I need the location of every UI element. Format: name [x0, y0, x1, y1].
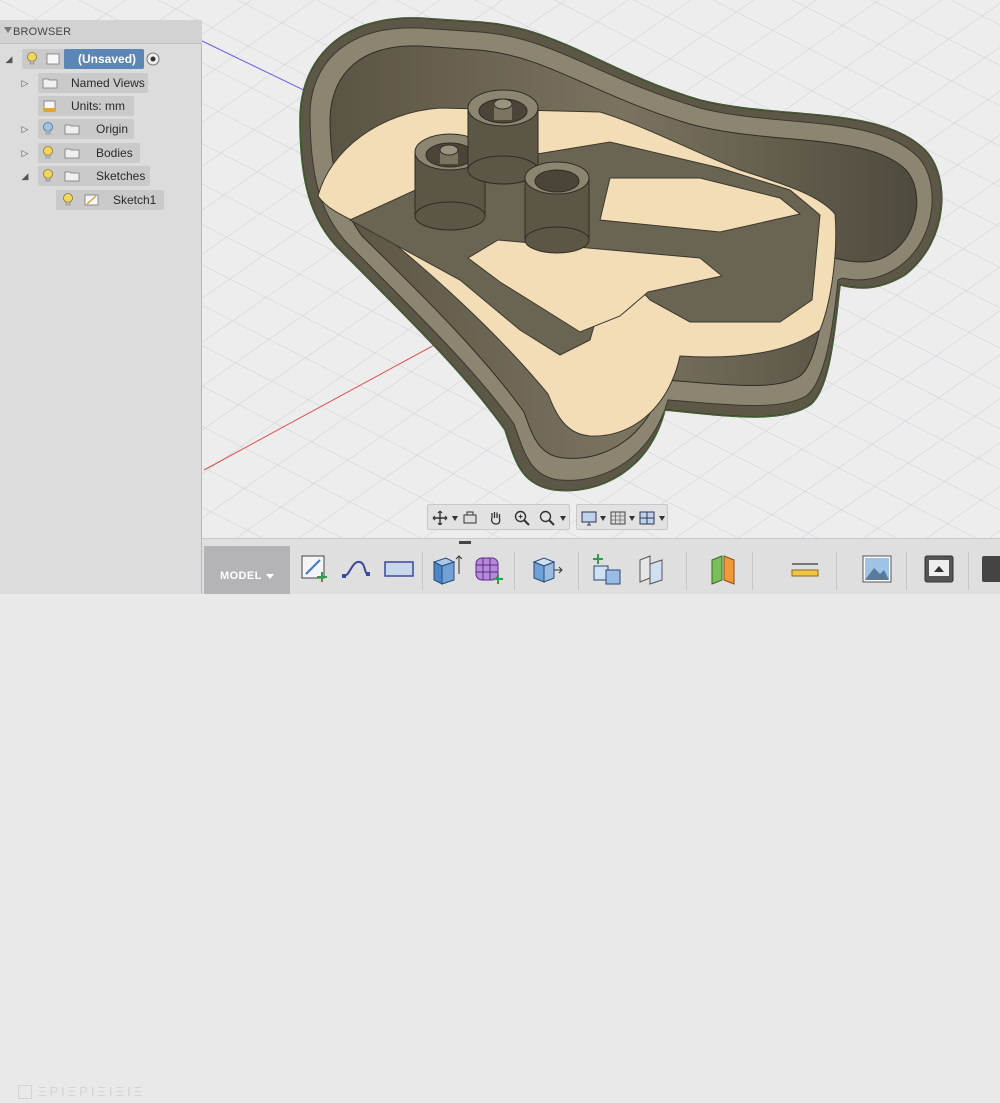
zoom-icon[interactable]	[513, 509, 531, 527]
folder-icon	[64, 148, 80, 159]
document-icon	[46, 53, 60, 65]
activate-radio-icon[interactable]	[145, 51, 161, 67]
units-icon	[43, 100, 56, 112]
lightbulb-icon[interactable]	[62, 193, 74, 207]
tree-row-units[interactable]: Units: mm	[0, 96, 202, 116]
3d-print-icon	[924, 555, 954, 583]
sketch1-label: Sketch1	[113, 193, 157, 207]
navigation-toolbar	[427, 504, 570, 530]
rectangle-icon	[384, 561, 414, 577]
assemble-button[interactable]	[590, 550, 624, 586]
tree-row-sketches[interactable]: ◢ Sketches	[0, 166, 202, 186]
create-sketch-button[interactable]	[298, 550, 332, 586]
viewports-icon[interactable]	[638, 509, 656, 527]
named-views-label: Named Views	[71, 76, 145, 90]
workspace-switcher[interactable]: MODEL	[204, 546, 290, 594]
folder-icon	[42, 78, 58, 89]
inspect-button[interactable]	[706, 550, 740, 586]
add-in-icon	[982, 556, 1000, 582]
folder-icon	[64, 124, 80, 135]
image-icon	[862, 555, 892, 583]
measure-icon	[791, 563, 819, 577]
toolbar-separator	[968, 552, 969, 590]
bodies-label: Bodies	[96, 146, 133, 160]
tree-row-sketch1[interactable]: Sketch1	[0, 190, 202, 210]
lightbulb-off-icon[interactable]	[42, 122, 54, 136]
chevron-down-icon[interactable]	[266, 574, 274, 579]
toolbar-separator	[906, 552, 907, 590]
bottom-left-panel: ΞΡΙΞΡΙΞΙΞΙΞ	[0, 538, 202, 1099]
form-cage-icon	[475, 557, 503, 584]
lightbulb-icon[interactable]	[26, 52, 38, 66]
watermark-icon	[18, 1085, 32, 1099]
sketch-rectangle-button[interactable]	[382, 550, 416, 586]
expanded-triangle-icon[interactable]: ◢	[4, 54, 14, 64]
extrude-button[interactable]	[430, 550, 464, 586]
root-label: (Unsaved)	[78, 52, 137, 66]
chevron-down-icon[interactable]	[659, 516, 665, 521]
sketch-plus-icon	[301, 555, 327, 582]
look-at-icon[interactable]	[461, 509, 479, 527]
modify-button[interactable]	[530, 550, 564, 586]
watermark: ΞΡΙΞΡΙΞΙΞΙΞ	[14, 1081, 190, 1103]
browser-title: BROWSER	[13, 26, 72, 38]
make-button[interactable]	[922, 550, 956, 586]
form-button[interactable]	[472, 550, 506, 586]
fit-zoom-icon[interactable]	[538, 509, 556, 527]
units-label: Units: mm	[71, 99, 125, 113]
toolbar-separator	[836, 552, 837, 590]
workspace-label: MODEL	[220, 570, 262, 582]
watermark-text: ΞΡΙΞΡΙΞΙΞΙΞ	[38, 1084, 146, 1099]
chevron-down-icon[interactable]	[452, 516, 458, 521]
lightbulb-icon[interactable]	[42, 146, 54, 160]
chevron-down-icon[interactable]	[629, 516, 635, 521]
collapse-triangle-icon[interactable]	[4, 27, 12, 33]
pan-hand-icon[interactable]	[487, 509, 505, 527]
tree-row-origin[interactable]: ▷ Origin	[0, 119, 202, 139]
toolbar-separator	[514, 552, 515, 590]
construct-button[interactable]	[634, 550, 668, 586]
plane-icon	[639, 555, 663, 585]
insert-button[interactable]	[860, 550, 894, 586]
spline-icon	[342, 560, 370, 578]
toolbar-collapse-handle[interactable]	[459, 541, 471, 544]
browser-panel: BROWSER ◢ (Unsaved) ▷ Named Views Units:…	[0, 20, 202, 538]
sketches-label: Sketches	[96, 169, 146, 183]
orbit-icon[interactable]	[431, 509, 449, 527]
tree-row-root[interactable]: ◢ (Unsaved)	[0, 49, 202, 69]
expanded-triangle-icon[interactable]: ◢	[20, 171, 30, 181]
lightbulb-icon[interactable]	[42, 169, 54, 183]
toolbar-separator	[686, 552, 687, 590]
toolbar-separator	[422, 552, 423, 590]
section-icon	[711, 555, 735, 585]
display-settings-icon[interactable]	[580, 509, 598, 527]
folder-icon	[64, 171, 80, 182]
grid-icon[interactable]	[609, 509, 627, 527]
origin-label: Origin	[96, 122, 129, 136]
new-component-icon	[593, 554, 621, 585]
collapsed-triangle-icon[interactable]: ▷	[20, 124, 30, 134]
sketch-curve-button[interactable]	[340, 550, 374, 586]
tree-row-bodies[interactable]: ▷ Bodies	[0, 143, 202, 163]
chevron-down-icon[interactable]	[560, 516, 566, 521]
toolbar-overflow-button[interactable]	[978, 550, 1000, 586]
sketch-icon	[84, 194, 99, 206]
boss-cylinder	[467, 89, 539, 185]
display-settings-toolbar	[576, 504, 668, 530]
press-pull-icon	[532, 557, 563, 583]
extrude-icon	[432, 555, 463, 585]
boss-cylinder	[524, 161, 590, 254]
chevron-down-icon[interactable]	[600, 516, 606, 521]
tree-row-named-views[interactable]: ▷ Named Views	[0, 73, 202, 93]
measure-button[interactable]	[788, 550, 822, 586]
collapsed-triangle-icon[interactable]: ▷	[20, 78, 30, 88]
toolbar-separator	[578, 552, 579, 590]
toolbar-separator	[752, 552, 753, 590]
browser-header[interactable]: BROWSER	[0, 20, 202, 44]
collapsed-triangle-icon[interactable]: ▷	[20, 148, 30, 158]
